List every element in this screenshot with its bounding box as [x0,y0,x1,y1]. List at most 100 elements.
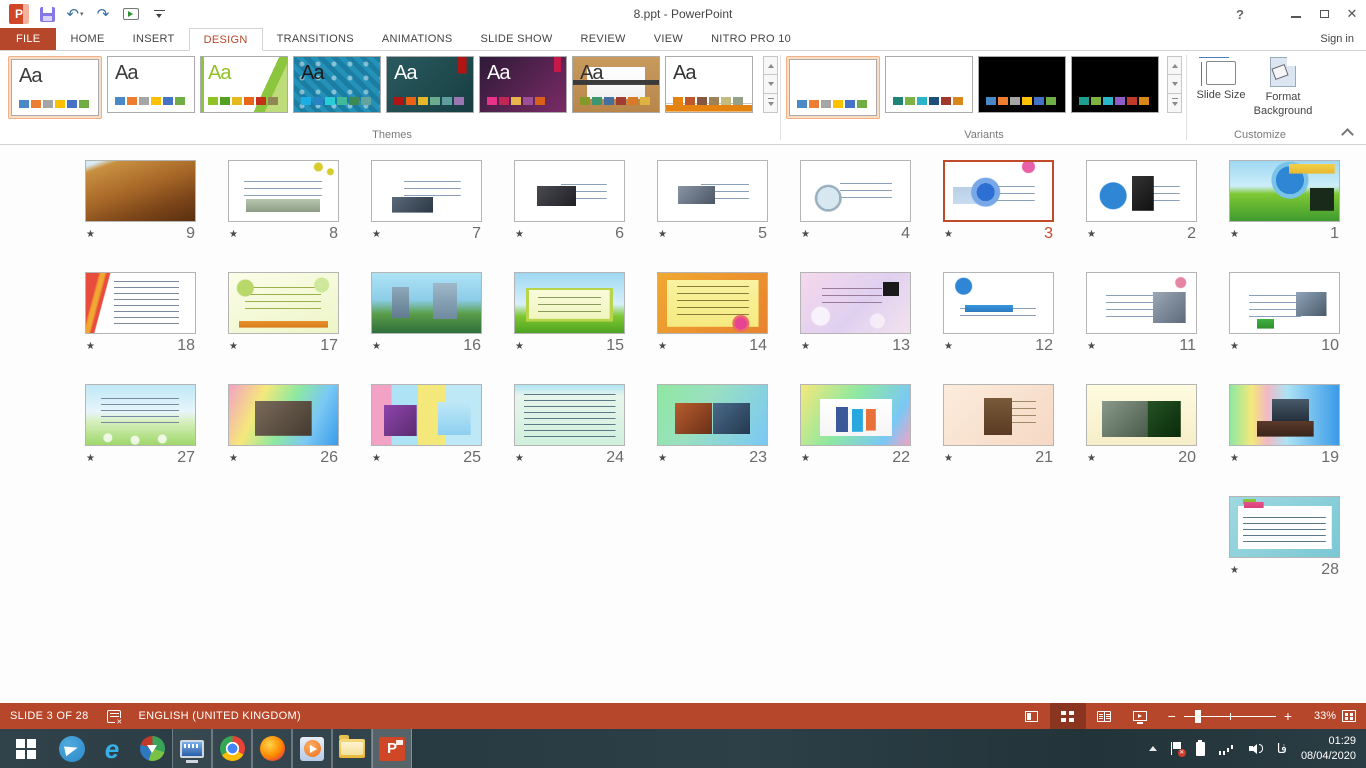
theme-organic[interactable]: Aa [572,56,660,113]
themes-scroll-up-button[interactable] [763,56,778,75]
slide-thumbnail-28[interactable] [1229,496,1340,558]
zoom-in-button[interactable]: + [1284,709,1292,723]
action-center-flag-icon[interactable]: ✕ [1171,742,1182,755]
slide-thumbnail-18[interactable] [85,272,196,334]
tab-view[interactable]: VIEW [640,28,697,50]
spellcheck-icon[interactable] [107,710,121,723]
language-indicator[interactable]: ENGLISH (UNITED KINGDOM) [139,710,301,722]
variant-2[interactable] [885,56,973,113]
tab-review[interactable]: REVIEW [567,28,640,50]
customize-qat-button[interactable] [148,3,170,25]
reading-view-button[interactable] [1086,703,1122,729]
chrome-icon[interactable] [212,729,252,768]
slide-thumbnail-2[interactable] [1086,160,1197,222]
network-signal-icon[interactable] [1219,742,1235,755]
slide-thumbnail-23[interactable] [657,384,768,446]
slide-thumbnail-20[interactable] [1086,384,1197,446]
slide-thumbnail-22[interactable] [800,384,911,446]
theme-ion[interactable]: Aa [386,56,474,113]
zoom-slider[interactable] [1184,716,1276,717]
collapse-ribbon-button[interactable] [1343,127,1352,136]
slide-thumbnail-19[interactable] [1229,384,1340,446]
slide-thumbnail-14[interactable] [657,272,768,334]
tab-home[interactable]: HOME [56,28,118,50]
theme-facet[interactable]: Aa [200,56,288,113]
slide-sorter-view-button[interactable] [1050,703,1086,729]
tab-design[interactable]: DESIGN [189,28,263,51]
zoom-slider-thumb[interactable] [1195,710,1201,723]
save-button[interactable] [36,3,58,25]
slide-thumbnail-7[interactable] [371,160,482,222]
slide-thumbnail-4[interactable] [800,160,911,222]
restore-button[interactable] [1310,0,1338,28]
internet-explorer-icon[interactable]: e [92,729,132,768]
tab-slide-show[interactable]: SLIDE SHOW [466,28,566,50]
tab-animations[interactable]: ANIMATIONS [368,28,467,50]
media-player-icon[interactable] [292,729,332,768]
battery-icon[interactable] [1196,742,1205,756]
slide-thumbnail-24[interactable] [514,384,625,446]
theme-integral[interactable]: Aa [293,56,381,113]
themes-more-button[interactable] [763,94,778,113]
zoom-percentage[interactable]: 33% [1302,710,1336,722]
slide-thumbnail-17[interactable] [228,272,339,334]
show-hidden-icons-button[interactable] [1149,746,1157,751]
variants-scroll-up-button[interactable] [1167,56,1182,75]
close-button[interactable]: ✕ [1338,0,1366,28]
slide-thumbnail-12[interactable] [943,272,1054,334]
fit-slide-to-window-button[interactable] [1342,710,1356,722]
variants-more-button[interactable] [1167,94,1182,113]
clock[interactable]: 01:29 08/04/2020 [1301,734,1356,764]
theme-office[interactable]: Aa [11,59,99,116]
language-badge[interactable]: فا [1277,741,1287,757]
slide-sorter-area[interactable]: ★9★8★7★6★5★4★3★2★1★18★17★16★15★14★13★12★… [0,145,1366,703]
theme-office-2[interactable]: Aa [107,56,195,113]
theme-retrospect[interactable]: Aa [665,56,753,113]
slide-thumbnail-27[interactable] [85,384,196,446]
slide-thumbnail-1[interactable] [1229,160,1340,222]
slide-thumbnail-25[interactable] [371,384,482,446]
slide-thumbnail-3[interactable] [943,160,1054,222]
themes-scroll-down-button[interactable] [763,75,778,94]
tab-insert[interactable]: INSERT [119,28,189,50]
minimize-button[interactable] [1282,0,1310,28]
powerpoint-logo[interactable]: P [8,3,30,25]
ribbon-display-options-button[interactable] [1254,0,1282,28]
theme-ion-boardroom[interactable]: Aa [479,56,567,113]
slide-thumbnail-16[interactable] [371,272,482,334]
slide-thumbnail-9[interactable] [85,160,196,222]
computer-icon[interactable] [172,729,212,768]
powerpoint-icon[interactable]: P [372,729,412,768]
tab-file[interactable]: FILE [0,28,56,50]
redo-button[interactable]: ↷ [92,3,114,25]
slide-thumbnail-8[interactable] [228,160,339,222]
tab-nitro-pro-10[interactable]: NITRO PRO 10 [697,28,805,50]
idm-icon[interactable] [132,729,172,768]
firefox-icon[interactable] [252,729,292,768]
sign-in-link[interactable]: Sign in [1320,28,1366,50]
tab-transitions[interactable]: TRANSITIONS [263,28,368,50]
slide-thumbnail-11[interactable] [1086,272,1197,334]
undo-button[interactable]: ↶▾ [64,3,86,25]
theme-office-selected[interactable]: Aa [8,56,102,119]
format-background-button[interactable]: Format Background [1252,51,1314,119]
normal-view-button[interactable] [1014,703,1050,729]
telegram-icon[interactable] [52,729,92,768]
variant-1-selected[interactable] [786,56,880,119]
variant-3[interactable] [978,56,1066,113]
slide-thumbnail-26[interactable] [228,384,339,446]
slide-thumbnail-5[interactable] [657,160,768,222]
slide-size-button[interactable]: Slide Size [1190,51,1252,119]
start-button[interactable] [0,729,52,768]
slideshow-view-button[interactable] [1122,703,1158,729]
slide-thumbnail-10[interactable] [1229,272,1340,334]
help-button[interactable]: ? [1226,0,1254,28]
zoom-out-button[interactable]: − [1168,709,1176,723]
slide-thumbnail-13[interactable] [800,272,911,334]
volume-icon[interactable] [1249,742,1263,755]
slide-thumbnail-6[interactable] [514,160,625,222]
slide-thumbnail-21[interactable] [943,384,1054,446]
variants-scroll-down-button[interactable] [1167,75,1182,94]
slide-thumbnail-15[interactable] [514,272,625,334]
start-slideshow-button[interactable] [120,3,142,25]
